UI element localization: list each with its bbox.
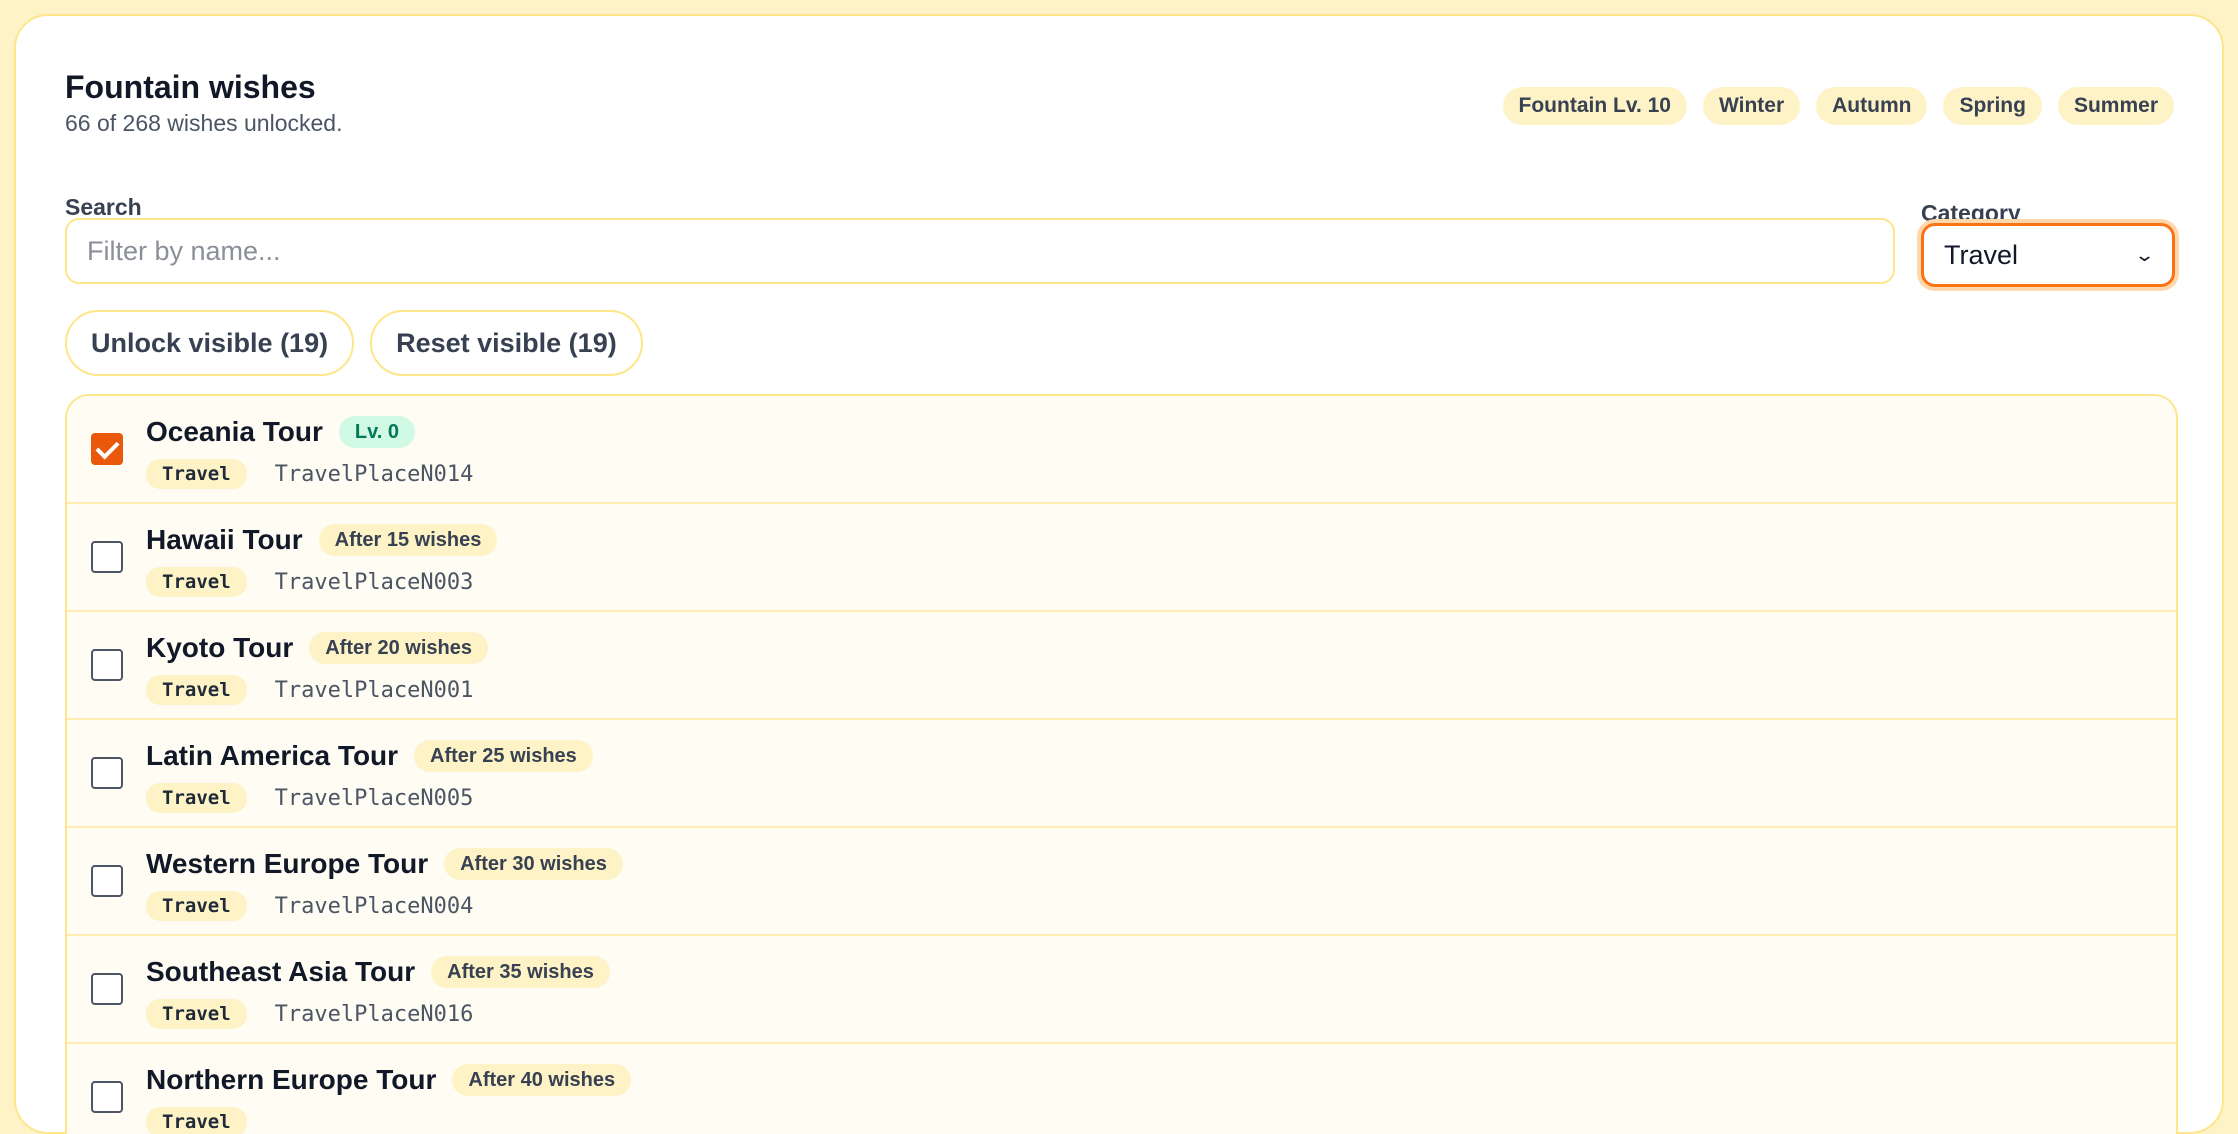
filter-chips: Fountain Lv. 10 Winter Autumn Spring Sum… xyxy=(1502,87,2174,125)
wish-code: TravelPlaceN016 xyxy=(274,1001,474,1027)
chip-summer: Summer xyxy=(2057,87,2174,125)
list-item: Northern Europe Tour After 40 wishes Tra… xyxy=(67,1044,2176,1134)
level-badge: Lv. 0 xyxy=(338,416,415,448)
unlock-visible-button[interactable]: Unlock visible (19) xyxy=(65,310,355,376)
wish-checkbox[interactable] xyxy=(91,1081,123,1113)
category-tag: Travel xyxy=(146,1107,247,1134)
wish-name: Western Europe Tour xyxy=(146,848,429,879)
wish-checkbox[interactable] xyxy=(91,541,123,573)
wish-checkbox[interactable] xyxy=(91,973,123,1005)
chip-fountain-level: Fountain Lv. 10 xyxy=(1502,87,1687,125)
page-title: Fountain wishes xyxy=(65,69,316,105)
wish-code: TravelPlaceN005 xyxy=(274,785,474,811)
category-tag: Travel xyxy=(146,459,247,489)
search-input[interactable] xyxy=(65,218,1895,284)
wish-name: Hawaii Tour xyxy=(146,524,303,555)
list-item: Western Europe Tour After 30 wishes Trav… xyxy=(67,828,2176,936)
list-item: Hawaii Tour After 15 wishes Travel Trave… xyxy=(67,504,2176,612)
wish-list: Oceania Tour Lv. 0 Travel TravelPlaceN01… xyxy=(65,394,2178,1134)
header: Fountain wishes 66 of 268 wishes unlocke… xyxy=(65,68,342,137)
unlock-condition-badge: After 35 wishes xyxy=(431,956,610,988)
category-tag: Travel xyxy=(146,783,247,813)
wish-name: Southeast Asia Tour xyxy=(146,956,416,987)
wish-code: TravelPlaceN004 xyxy=(274,893,474,919)
wish-checkbox[interactable] xyxy=(91,433,123,465)
wish-checkbox[interactable] xyxy=(91,865,123,897)
category-select[interactable]: Travel ⌄ xyxy=(1921,223,2175,287)
chip-winter: Winter xyxy=(1702,87,1801,125)
wishes-card: Fountain wishes 66 of 268 wishes unlocke… xyxy=(14,14,2224,1134)
wish-name: Kyoto Tour xyxy=(146,632,294,663)
unlock-summary: 66 of 268 wishes unlocked. xyxy=(65,110,343,137)
unlock-condition-badge: After 40 wishes xyxy=(452,1064,632,1096)
reset-visible-button[interactable]: Reset visible (19) xyxy=(370,310,643,376)
list-item: Kyoto Tour After 20 wishes Travel Travel… xyxy=(67,612,2176,720)
unlock-condition-badge: After 20 wishes xyxy=(309,632,488,664)
wish-name: Latin America Tour xyxy=(146,740,399,771)
chip-autumn: Autumn xyxy=(1816,87,1928,125)
category-tag: Travel xyxy=(146,675,247,705)
wish-code: TravelPlaceN003 xyxy=(274,569,474,595)
wish-code: TravelPlaceN001 xyxy=(274,677,474,703)
wish-checkbox[interactable] xyxy=(91,649,123,681)
search-label: Search xyxy=(65,194,142,220)
category-tag: Travel xyxy=(146,891,247,921)
wish-name: Northern Europe Tour xyxy=(146,1064,437,1095)
chevron-down-icon: ⌄ xyxy=(2133,244,2156,265)
unlock-condition-badge: After 15 wishes xyxy=(318,524,498,556)
wish-checkbox[interactable] xyxy=(91,757,123,789)
category-tag: Travel xyxy=(146,567,247,597)
category-selected-value: Travel xyxy=(1944,239,2019,270)
unlock-condition-badge: After 30 wishes xyxy=(444,848,623,880)
list-item: Latin America Tour After 25 wishes Trave… xyxy=(67,720,2176,828)
bulk-actions: Unlock visible (19) Reset visible (19) xyxy=(65,310,643,376)
category-tag: Travel xyxy=(146,999,247,1029)
chip-spring: Spring xyxy=(1943,87,2042,125)
wish-name: Oceania Tour xyxy=(146,416,323,447)
list-item: Southeast Asia Tour After 35 wishes Trav… xyxy=(67,936,2176,1044)
list-item: Oceania Tour Lv. 0 Travel TravelPlaceN01… xyxy=(67,396,2176,504)
unlock-condition-badge: After 25 wishes xyxy=(414,740,593,772)
wish-code: TravelPlaceN014 xyxy=(274,461,474,487)
